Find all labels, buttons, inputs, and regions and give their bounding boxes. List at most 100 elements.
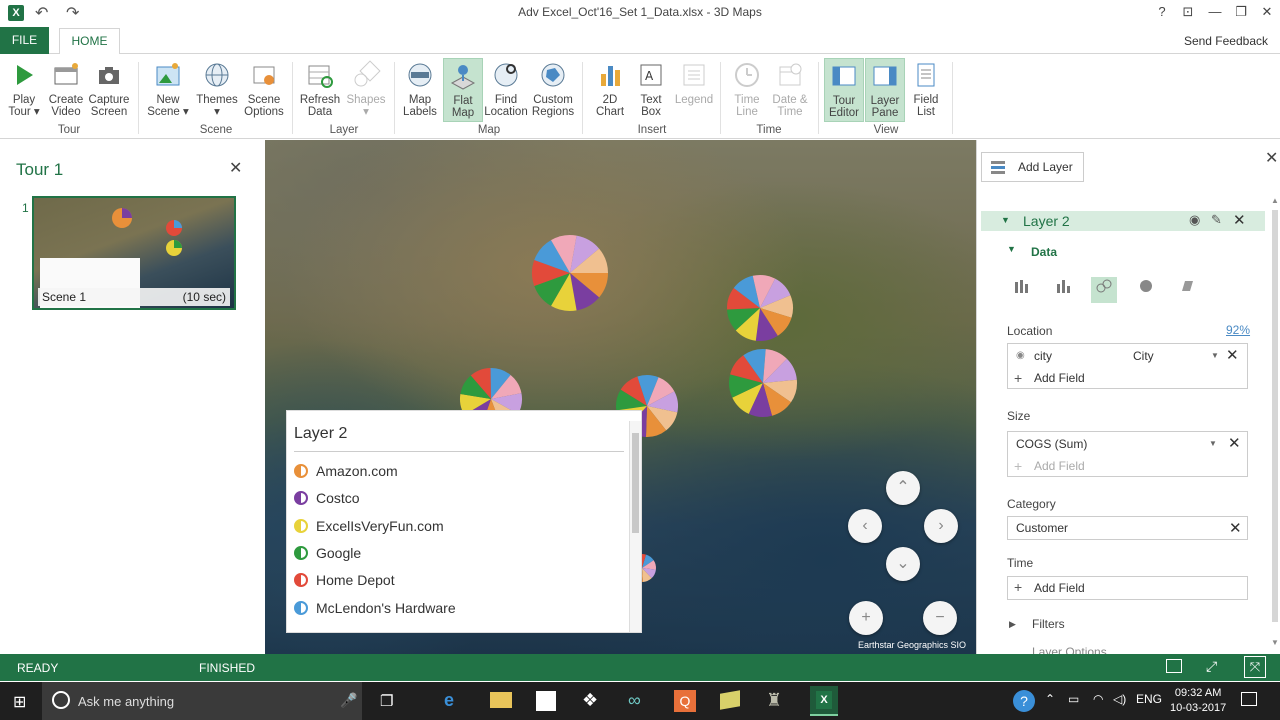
add-layer-button[interactable]: Add Layer (981, 152, 1084, 182)
data-collapse-icon[interactable]: ▼ (1007, 244, 1016, 254)
full-screen-icon[interactable]: ⤢ (1206, 658, 1217, 675)
find-location-label: Find Location (484, 94, 528, 118)
text-box-button[interactable]: A Text Box (632, 58, 670, 122)
delete-layer-icon[interactable]: ✕ (1233, 211, 1246, 229)
edge-browser-icon[interactable]: e (444, 690, 454, 711)
tour-close-icon[interactable]: ✕ (229, 158, 242, 178)
close-button[interactable]: ✕ (1257, 4, 1277, 20)
layer-header[interactable]: ▼ Layer 2 ◉ ✎ ✕ (981, 211, 1265, 231)
region-icon[interactable] (1174, 277, 1200, 303)
expand-triangle-icon[interactable]: ▶ (1009, 619, 1016, 630)
radio-icon[interactable]: ◉ (1016, 345, 1025, 367)
legend-scroll-thumb[interactable] (632, 433, 639, 533)
action-center-icon[interactable] (1241, 692, 1257, 706)
location-confidence-link[interactable]: 92% (1226, 323, 1250, 337)
add-size-field-row[interactable]: + Add Field (1008, 455, 1247, 477)
maximize-button[interactable]: ❐ (1231, 4, 1251, 20)
map-legend[interactable]: Layer 2 Amazon.com Costco ExcelIsVeryFun… (286, 410, 642, 633)
show-hidden-icons[interactable]: ⌃ (1045, 692, 1055, 706)
rotate-right-button[interactable]: › (924, 509, 958, 543)
location-field-row[interactable]: ◉ city City ▼ ✕ (1008, 345, 1247, 367)
volume-icon[interactable]: ◁) (1113, 692, 1126, 706)
collapse-triangle-icon[interactable]: ▼ (1001, 215, 1010, 225)
location-type-select[interactable]: City (1133, 345, 1154, 367)
bubble-chart-icon[interactable] (1091, 277, 1117, 303)
remove-size-icon[interactable]: ✕ (1228, 433, 1241, 455)
zoom-in-button[interactable]: + (849, 601, 883, 635)
tour-editor-button[interactable]: Tour Editor (824, 58, 864, 122)
windows-start-icon[interactable]: ⊞ (13, 692, 26, 712)
remove-category-icon[interactable]: ✕ (1229, 519, 1242, 537)
flat-map-button[interactable]: Flat Map (443, 58, 483, 122)
microphone-icon[interactable]: 🎤 (340, 692, 357, 709)
ribbon-display-options-button[interactable]: ⊡ (1178, 4, 1198, 20)
send-feedback-link[interactable]: Send Feedback (1184, 34, 1268, 48)
scene-thumbnail[interactable]: Scene 1 (10 sec) (32, 196, 236, 310)
2d-chart-button[interactable]: 2D Chart (590, 58, 630, 122)
size-field-row[interactable]: COGS (Sum) ▼ ✕ (1008, 433, 1247, 455)
field-list-button[interactable]: Field List (906, 58, 946, 122)
time-line-button[interactable]: Time Line (726, 58, 768, 122)
app-icon[interactable]: ♜ (766, 690, 782, 711)
minimize-button[interactable]: — (1205, 4, 1225, 19)
add-location-field-row[interactable]: + Add Field (1008, 367, 1247, 389)
task-view-icon[interactable]: ❐ (380, 692, 393, 710)
chevron-down-icon[interactable]: ▼ (1209, 433, 1217, 455)
tilt-down-button[interactable]: ⌄ (886, 547, 920, 581)
clustered-column-icon[interactable] (1050, 277, 1076, 303)
present-icon[interactable]: ⤧ (1244, 656, 1266, 678)
layer-pane-scrollbar[interactable]: ▲ ▼ (1270, 196, 1280, 650)
legend-label: Legend (674, 94, 714, 106)
scroll-down-icon[interactable]: ▼ (1271, 638, 1279, 647)
layer-pane-close-icon[interactable]: ✕ (1265, 148, 1278, 168)
qlik-icon[interactable]: Q (674, 690, 696, 712)
normal-view-icon[interactable] (1166, 659, 1182, 673)
pencil-icon[interactable]: ✎ (1211, 212, 1222, 228)
help-button[interactable]: ? (1152, 4, 1172, 19)
create-video-button[interactable]: Create Video (46, 58, 86, 122)
battery-icon[interactable]: ▭ (1068, 692, 1079, 706)
remove-location-icon[interactable]: ✕ (1226, 345, 1239, 367)
category-field-box[interactable]: Customer ✕ (1007, 516, 1248, 540)
tab-home[interactable]: HOME (59, 28, 120, 55)
ribbon: Play Tour ▾ Create Video Capture Screen … (0, 54, 1280, 139)
layer-pane-button[interactable]: Layer Pane (865, 58, 905, 122)
dropbox-icon[interactable]: ❖ (582, 690, 598, 711)
tilt-up-button[interactable]: ⌃ (886, 471, 920, 505)
notes-icon[interactable] (720, 690, 740, 710)
capture-screen-button[interactable]: Capture Screen (87, 58, 131, 122)
scene-options-button[interactable]: Scene Options (242, 58, 286, 122)
scroll-thumb[interactable] (1272, 210, 1278, 622)
date-time-button[interactable]: Date & Time (768, 58, 812, 122)
cortana-search-box[interactable]: Ask me anything 🎤 (42, 682, 362, 720)
new-scene-button[interactable]: New Scene ▾ (146, 58, 190, 122)
refresh-data-button[interactable]: Refresh Data (298, 58, 342, 122)
legend-scrollbar[interactable] (629, 421, 641, 632)
excel-taskbar-icon[interactable]: X (810, 686, 838, 716)
stacked-column-icon[interactable] (1008, 277, 1034, 303)
file-explorer-icon[interactable] (490, 692, 512, 708)
clock[interactable]: 09:32 AM 10-03-2017 (1170, 686, 1226, 716)
tab-file[interactable]: FILE (0, 27, 49, 54)
arduino-icon[interactable]: ∞ (628, 690, 641, 711)
language-indicator[interactable]: ENG (1136, 692, 1162, 706)
map-labels-button[interactable]: Map Labels (400, 58, 440, 122)
heat-map-icon[interactable] (1133, 277, 1159, 303)
help-icon[interactable]: ? (1013, 690, 1035, 712)
filters-section[interactable]: Filters (1032, 617, 1065, 631)
eye-icon[interactable]: ◉ (1189, 212, 1200, 228)
play-tour-button[interactable]: Play Tour ▾ (4, 58, 44, 122)
find-location-button[interactable]: Find Location (484, 58, 528, 122)
chevron-down-icon[interactable]: ▼ (1211, 345, 1219, 367)
zoom-out-button[interactable]: − (923, 601, 957, 635)
store-icon[interactable] (536, 691, 556, 711)
themes-button[interactable]: Themes ▾ (194, 58, 240, 122)
custom-regions-button[interactable]: Custom Regions (530, 58, 576, 122)
shapes-button[interactable]: Shapes ▾ (344, 58, 388, 122)
scroll-up-icon[interactable]: ▲ (1271, 196, 1279, 205)
plus-icon: + (1014, 458, 1023, 474)
wifi-icon[interactable]: ◠ (1093, 692, 1103, 706)
legend-button[interactable]: Legend (672, 58, 716, 122)
rotate-left-button[interactable]: ‹ (848, 509, 882, 543)
time-field-box[interactable]: + Add Field (1007, 576, 1248, 600)
